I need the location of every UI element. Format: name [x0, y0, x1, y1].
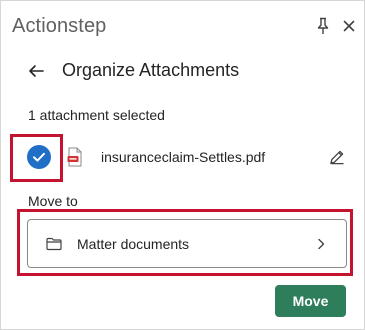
selection-count: 1 attachment selected [28, 107, 165, 123]
checkmark-icon[interactable] [27, 145, 51, 169]
title-bar: Actionstep [1, 1, 364, 47]
destination-picker[interactable]: Matter documents [27, 219, 347, 268]
page-header: Organize Attachments [1, 51, 364, 91]
back-arrow-icon[interactable] [27, 63, 45, 79]
pdf-file-icon [67, 147, 83, 167]
folder-icon [46, 237, 62, 251]
destination-label: Matter documents [77, 236, 190, 252]
move-to-label: Move to [28, 193, 78, 209]
move-button[interactable]: Move [275, 285, 346, 317]
app-title: Actionstep [12, 15, 107, 37]
add-in-panel: Actionstep Organize Attachments 1 attach… [0, 0, 365, 330]
attachment-file-name: insuranceclaim-Settles.pdf [101, 149, 266, 165]
chevron-right-icon [316, 237, 326, 251]
pencil-icon[interactable] [328, 148, 346, 166]
pin-icon[interactable] [315, 17, 331, 35]
close-icon[interactable] [341, 18, 357, 34]
page-title: Organize Attachments [62, 60, 240, 80]
